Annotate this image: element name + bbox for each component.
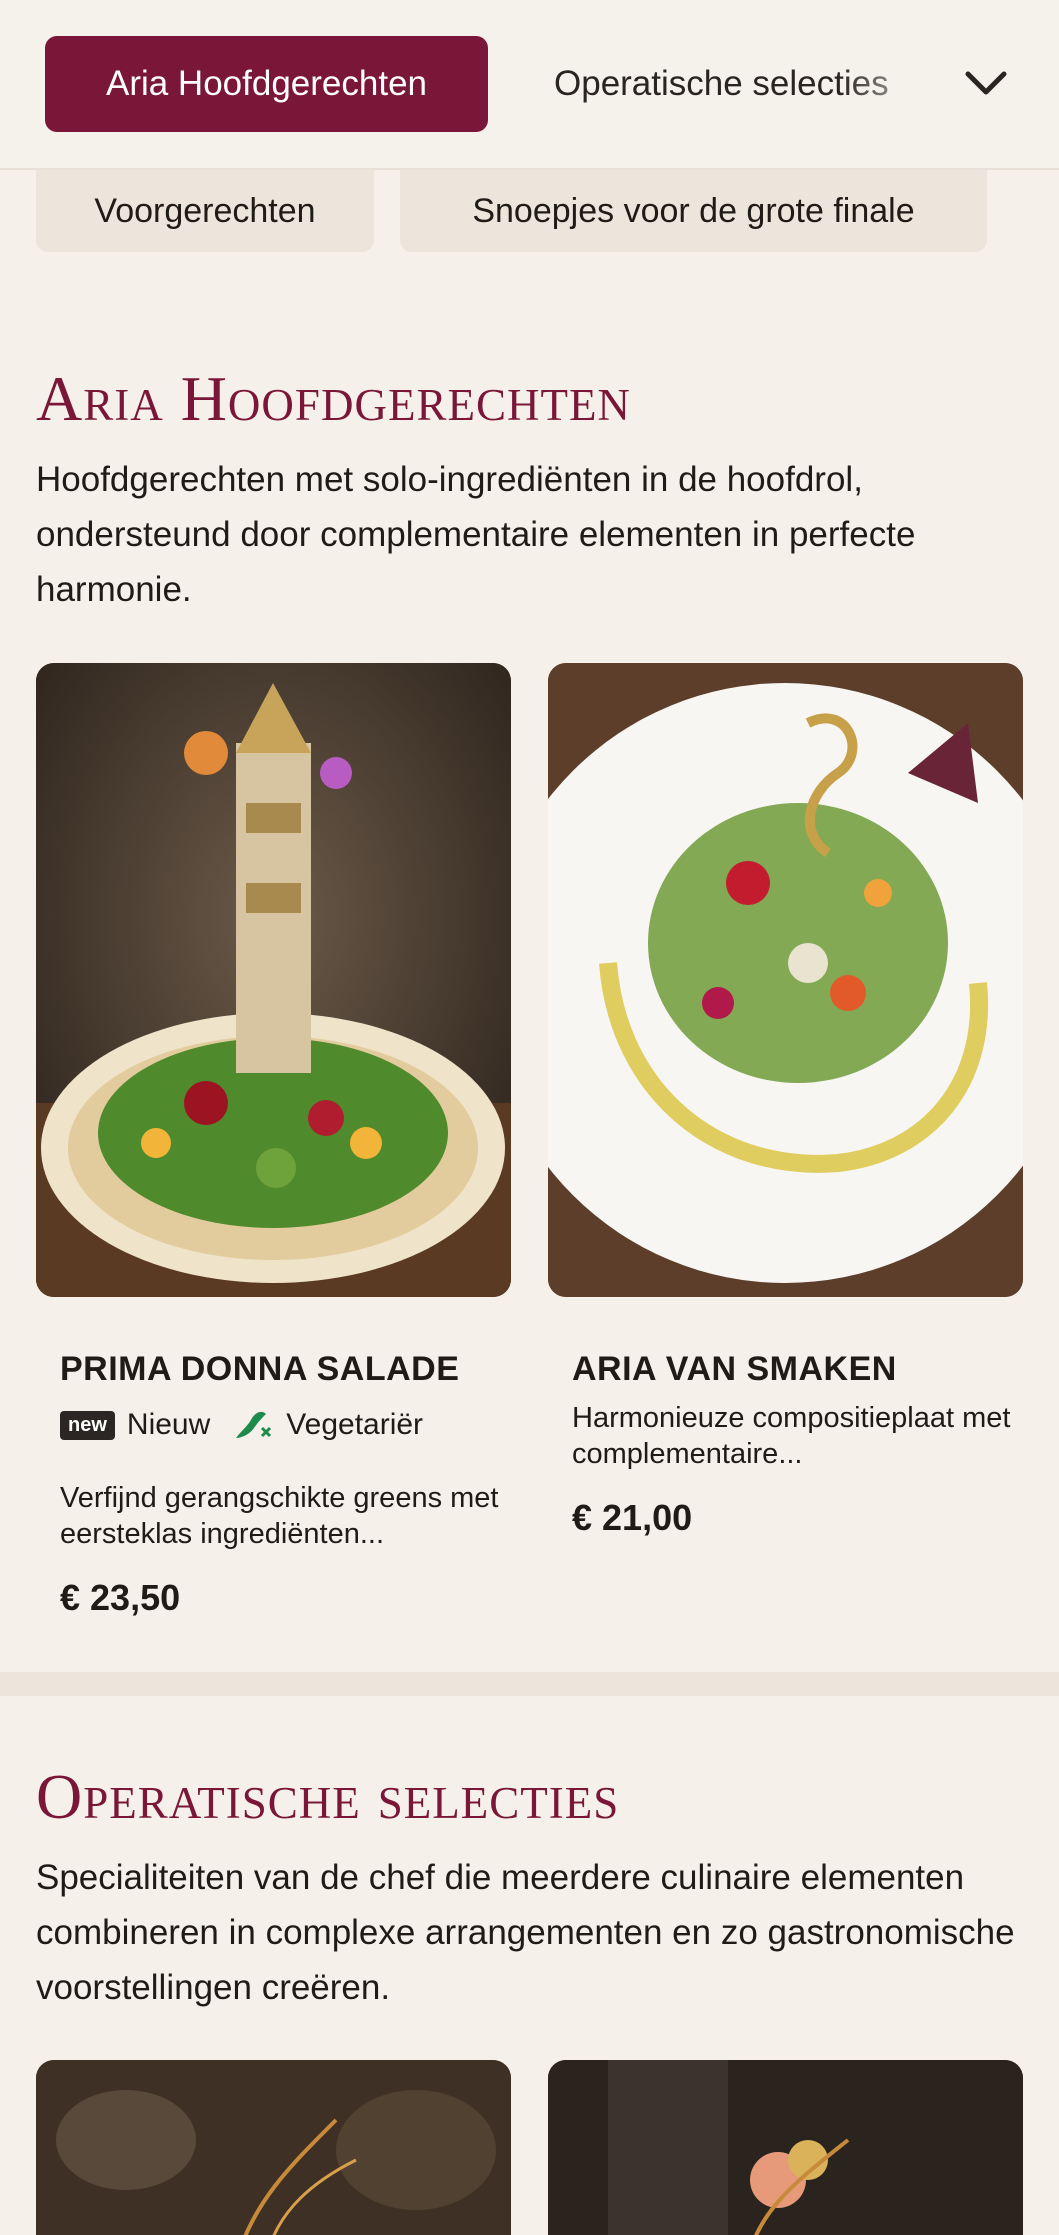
section-description: Hoofdgerechten met solo-ingrediënten in …: [36, 460, 916, 609]
new-badge-icon: new: [60, 1410, 115, 1440]
dish-photo-prima-donna[interactable]: [36, 663, 511, 1297]
dish-name: ARIA VAN SMAKEN: [572, 1350, 897, 1388]
tag-vegetarian: Vegetariër: [286, 1408, 424, 1441]
category-tab-operatische-selecties[interactable]: Operatische selecties: [554, 36, 889, 132]
dish-photo[interactable]: [548, 2060, 1023, 2235]
section-title: Aria Hoofdgerechten: [36, 363, 631, 434]
section-divider: [0, 1672, 1059, 1696]
dish-description: Harmonieuze compositieplaat met compleme…: [572, 1402, 1011, 1470]
tag-new: Nieuw: [126, 1408, 211, 1441]
category-tab-aria-hoofdgerechten[interactable]: Aria Hoofdgerechten: [45, 36, 488, 132]
category-nav: Aria Hoofdgerechten Operatische selectie…: [0, 0, 1059, 170]
category-nav-secondary: Voorgerechten Snoepjes voor de grote fin…: [0, 170, 1059, 260]
scroll-fade: [840, 36, 950, 132]
dish-photo[interactable]: [36, 2060, 511, 2235]
chevron-down-icon[interactable]: [960, 58, 1012, 110]
vegetarian-icon: [236, 1411, 272, 1438]
dish-tags: new Nieuw Vegetariër: [60, 1408, 423, 1442]
category-tab-voorgerechten[interactable]: Voorgerechten: [36, 170, 374, 252]
category-tab-snoepjes[interactable]: Snoepjes voor de grote finale: [400, 170, 987, 252]
dish-price: € 21,00: [572, 1497, 693, 1538]
dish-photo-aria-van-smaken[interactable]: [548, 663, 1023, 1297]
section-title: Operatische selecties: [36, 1761, 620, 1832]
dish-price: € 23,50: [60, 1577, 181, 1618]
section-description: Specialiteiten van de chef die meerdere …: [36, 1858, 1015, 2007]
dish-description: Verfijnd gerangschikte greens met eerste…: [60, 1482, 499, 1550]
dish-name: PRIMA DONNA SALADE: [60, 1350, 460, 1388]
